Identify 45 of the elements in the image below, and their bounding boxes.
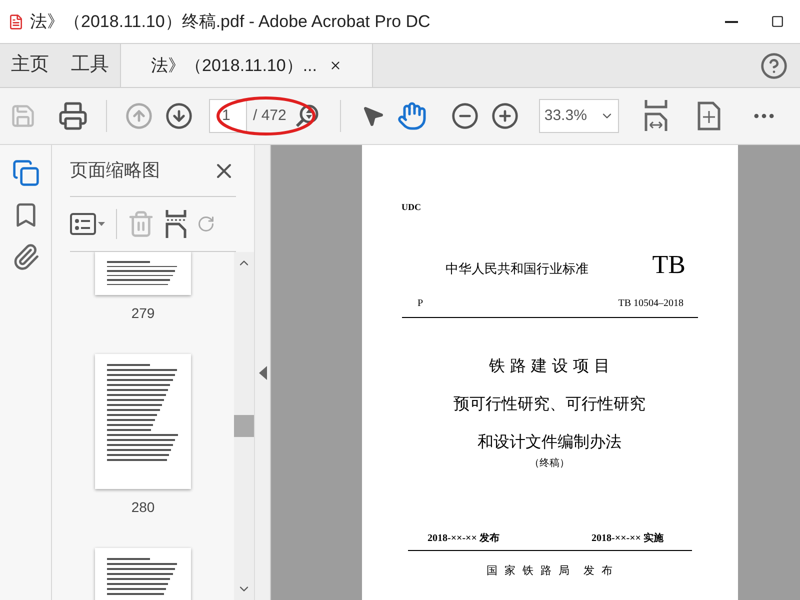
nav-tab[interactable]: 法》（2018.11.10）... [120,44,373,87]
page-label: 280 [131,498,155,517]
page-thumbnail[interactable] [95,252,191,295]
paperclip-icon[interactable] [12,243,40,271]
page-total: / 472 [253,106,286,126]
page-thumbnail[interactable] [95,548,191,600]
close-tab-icon[interactable] [329,59,342,72]
standard-mark: TB [652,248,686,280]
zoom-out-icon[interactable] [451,102,480,130]
document-title-line: 预可行性研究、可行性研究 [454,392,646,414]
zoom-in-icon[interactable] [491,102,520,130]
fit-width-icon[interactable] [643,100,670,132]
issuer: 国 家 铁 路 局 发 布 [486,562,612,578]
minimize-icon [724,20,738,22]
document-title-line: 铁 路 建 设 项 目 [488,354,610,376]
vertical-scrollbar[interactable] [234,252,254,600]
page-label: 279 [131,304,155,323]
hand-tool-icon[interactable] [397,101,428,131]
udc-label: UDC [402,201,422,214]
collapse-panel-icon[interactable] [258,366,266,380]
next-page-icon[interactable] [165,102,193,130]
issue-date: 2018-××-×× 发布 [428,532,500,546]
pages-icon[interactable] [12,159,40,187]
effective-date: 2018-××-×× 实施 [592,531,664,546]
page-thumbnail[interactable] [95,354,191,489]
panel-title: 页面缩略图 [70,159,160,182]
category-code: P [418,296,424,310]
zoom-find-icon[interactable] [294,103,320,129]
nav-tab[interactable]: 工具 [60,44,120,87]
print-icon[interactable] [58,101,88,131]
standard-heading: 中华人民共和国行业标准 [446,261,588,279]
standard-number: TB 10504–2018 [618,296,684,310]
insert-page-icon[interactable] [165,210,187,238]
select-pointer-icon[interactable] [361,104,386,128]
zoom-dropdown[interactable]: 33.3% [539,99,620,133]
nav-tab[interactable]: 主页 [0,44,60,87]
help-icon[interactable] [760,52,788,80]
draft-status: （终稿） [530,456,570,470]
pdf-file-icon [8,14,24,30]
document-title-line: 和设计文件编制办法 [478,430,622,452]
maximize-icon [770,15,784,28]
scrollbar-thumb[interactable] [234,415,254,437]
fit-page-icon[interactable] [697,101,722,131]
options-menu-icon[interactable] [70,213,106,235]
window-title: 法》（2018.11.10）终稿.pdf - Adobe Acrobat Pro DC [30,10,430,33]
